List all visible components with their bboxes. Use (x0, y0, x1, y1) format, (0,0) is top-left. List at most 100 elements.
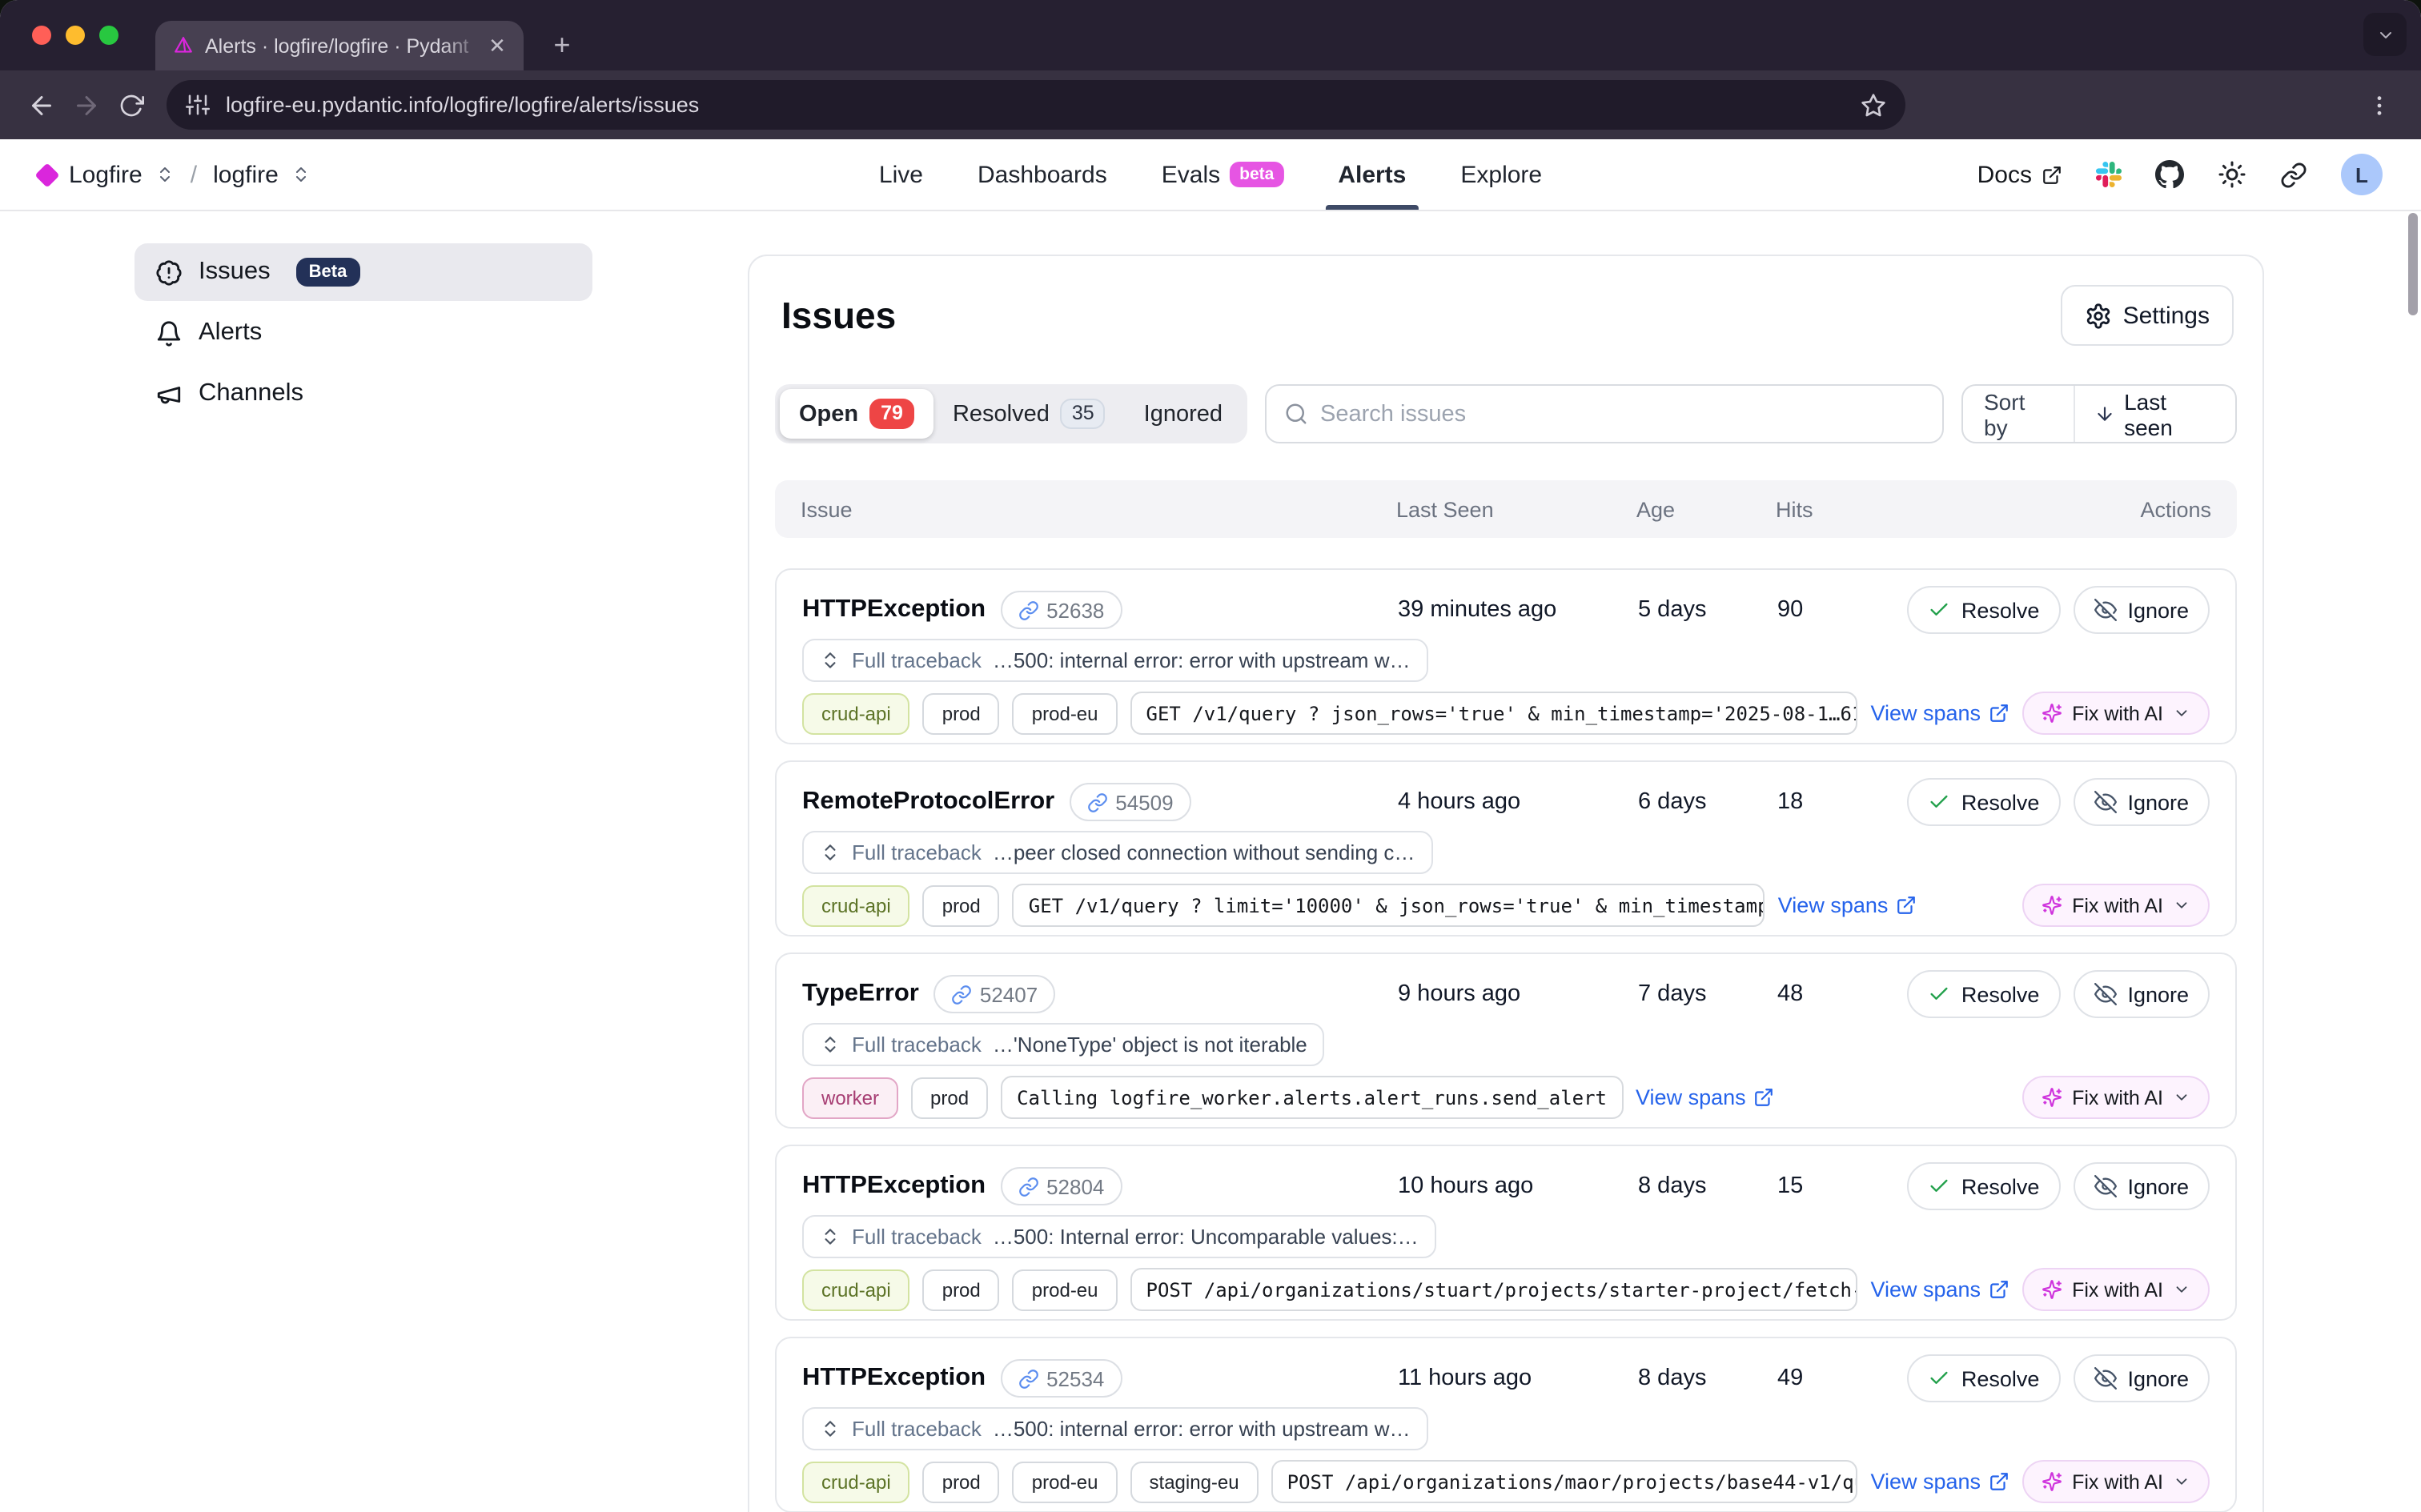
browser-menu-icon[interactable] (2357, 82, 2402, 127)
minimize-window-button[interactable] (66, 26, 85, 45)
sort-value-button[interactable]: Last seen (2074, 386, 2235, 442)
header-actions: Docs L (1977, 154, 2383, 195)
sidebar-item-channels[interactable]: Channels (134, 365, 592, 423)
fix-with-ai-button[interactable]: Fix with AI (2022, 1268, 2210, 1311)
issue-id-pill[interactable]: 54509 (1069, 783, 1190, 821)
fix-with-ai-button[interactable]: Fix with AI (2022, 1460, 2210, 1503)
issue-id-pill[interactable]: 52407 (933, 975, 1055, 1013)
link-icon (1086, 792, 1107, 812)
issue-row: HTTPException 52804 10 hours ago 8 days … (775, 1145, 2237, 1321)
issue-hits: 48 (1777, 981, 1907, 1007)
forward-button[interactable] (64, 82, 109, 127)
bookmark-star-icon[interactable] (1861, 92, 1886, 118)
site-settings-icon[interactable] (186, 93, 210, 117)
full-traceback-chip[interactable]: Full traceback …500: Internal error: Unc… (802, 1215, 1436, 1258)
fix-with-ai-button[interactable]: Fix with AI (2022, 1076, 2210, 1119)
tab-search-chevron-icon[interactable] (2363, 13, 2407, 56)
chevron-down-icon (2173, 1089, 2190, 1106)
nav-tab-dashboards[interactable]: Dashboards (978, 139, 1107, 210)
tab-close-icon[interactable]: ✕ (484, 32, 511, 59)
close-window-button[interactable] (32, 26, 51, 45)
resolve-button[interactable]: Resolve (1907, 1354, 2061, 1402)
issue-title[interactable]: HTTPException (802, 1172, 986, 1201)
tag-chip: crud-api (802, 884, 910, 926)
full-traceback-label: Full traceback (852, 1033, 982, 1057)
issue-id-pill[interactable]: 52804 (1000, 1167, 1122, 1205)
nav-tab-alerts[interactable]: Alerts (1338, 139, 1406, 210)
view-spans-link[interactable]: View spans (1636, 1085, 1775, 1109)
scrollbar-thumb[interactable] (2408, 213, 2418, 315)
browser-toolbar: logfire-eu.pydantic.info/logfire/logfire… (0, 70, 2421, 139)
reload-button[interactable] (109, 82, 154, 127)
project-selector-chevrons-icon[interactable] (291, 165, 311, 184)
ignore-button[interactable]: Ignore (2073, 778, 2210, 826)
app-content: Logfire / logfire Live Dashboards Evalsb… (0, 139, 2421, 1512)
resolve-button[interactable]: Resolve (1907, 1162, 2061, 1210)
external-link-icon (1754, 1087, 1775, 1108)
project-selector[interactable]: logfire (213, 161, 279, 188)
user-avatar[interactable]: L (2341, 154, 2383, 195)
filter-tab-ignored[interactable]: Ignored (1125, 389, 1242, 439)
browser-tab[interactable]: Alerts · logfire/logfire · Pydant ✕ (155, 21, 524, 70)
resolve-button[interactable]: Resolve (1907, 586, 2061, 634)
full-traceback-chip[interactable]: Full traceback …peer closed connection w… (802, 831, 1432, 874)
chevron-down-icon (2173, 1281, 2190, 1298)
new-tab-button[interactable]: + (544, 27, 580, 62)
column-actions: Actions (2140, 497, 2211, 521)
unfold-chevrons-icon (820, 650, 841, 671)
sidebar-item-issues[interactable]: Issues Beta (134, 243, 592, 301)
org-selector[interactable]: Logfire (69, 161, 143, 188)
filter-tab-open[interactable]: Open 79 (780, 389, 933, 439)
issue-id-pill[interactable]: 52638 (1000, 591, 1122, 629)
eye-off-icon (2094, 599, 2116, 621)
share-link-icon[interactable] (2280, 161, 2307, 188)
traceback-message: …500: Internal error: Uncomparable value… (993, 1225, 1419, 1249)
slack-icon[interactable] (2096, 162, 2122, 187)
fix-with-ai-button[interactable]: Fix with AI (2022, 692, 2210, 735)
issue-title[interactable]: HTTPException (802, 1364, 986, 1393)
issue-title[interactable]: RemoteProtocolError (802, 788, 1054, 816)
filter-tab-resolved[interactable]: Resolved 35 (933, 389, 1125, 439)
docs-link[interactable]: Docs (1977, 161, 2062, 188)
full-traceback-chip[interactable]: Full traceback …'NoneType' object is not… (802, 1023, 1325, 1066)
resolve-button[interactable]: Resolve (1907, 970, 2061, 1018)
issues-list: HTTPException 52638 39 minutes ago 5 day… (775, 568, 2237, 1512)
sidebar-item-alerts[interactable]: Alerts (134, 304, 592, 362)
search-input[interactable] (1320, 401, 1925, 427)
check-icon (1928, 1367, 1950, 1390)
unfold-chevrons-icon (820, 1034, 841, 1055)
issue-title[interactable]: TypeError (802, 980, 919, 1009)
column-hits: Hits (1776, 497, 2140, 521)
nav-tab-live[interactable]: Live (879, 139, 923, 210)
traceback-message: …'NoneType' object is not iterable (993, 1033, 1307, 1057)
issue-id-pill[interactable]: 52534 (1000, 1359, 1122, 1398)
ignore-button[interactable]: Ignore (2073, 586, 2210, 634)
issue-hits: 49 (1777, 1366, 1907, 1391)
back-button[interactable] (19, 82, 64, 127)
view-spans-link[interactable]: View spans (1778, 893, 1917, 917)
settings-button[interactable]: Settings (2061, 285, 2234, 346)
url-bar[interactable]: logfire-eu.pydantic.info/logfire/logfire… (167, 80, 1905, 130)
ignore-button[interactable]: Ignore (2073, 1354, 2210, 1402)
fix-with-ai-button[interactable]: Fix with AI (2022, 884, 2210, 927)
full-traceback-chip[interactable]: Full traceback …500: internal error: err… (802, 639, 1427, 682)
full-traceback-chip[interactable]: Full traceback …500: internal error: err… (802, 1407, 1427, 1450)
link-icon (1018, 600, 1038, 620)
sparkles-icon (2042, 1279, 2062, 1300)
github-icon[interactable] (2155, 160, 2184, 189)
nav-tab-explore[interactable]: Explore (1460, 139, 1542, 210)
resolve-button[interactable]: Resolve (1907, 778, 2061, 826)
theme-toggle-sun-icon[interactable] (2218, 160, 2246, 189)
nav-tab-evals[interactable]: Evalsbeta (1162, 139, 1284, 210)
issue-title[interactable]: HTTPException (802, 596, 986, 624)
ignore-button[interactable]: Ignore (2073, 1162, 2210, 1210)
view-spans-link[interactable]: View spans (1870, 1277, 2009, 1301)
view-spans-link[interactable]: View spans (1870, 701, 2009, 725)
maximize-window-button[interactable] (99, 26, 118, 45)
page-title: Issues (781, 294, 896, 337)
issue-id: 52407 (980, 982, 1038, 1006)
org-selector-chevrons-icon[interactable] (155, 165, 175, 184)
ignore-button[interactable]: Ignore (2073, 970, 2210, 1018)
url-text[interactable]: logfire-eu.pydantic.info/logfire/logfire… (226, 93, 1845, 117)
view-spans-link[interactable]: View spans (1870, 1470, 2009, 1494)
